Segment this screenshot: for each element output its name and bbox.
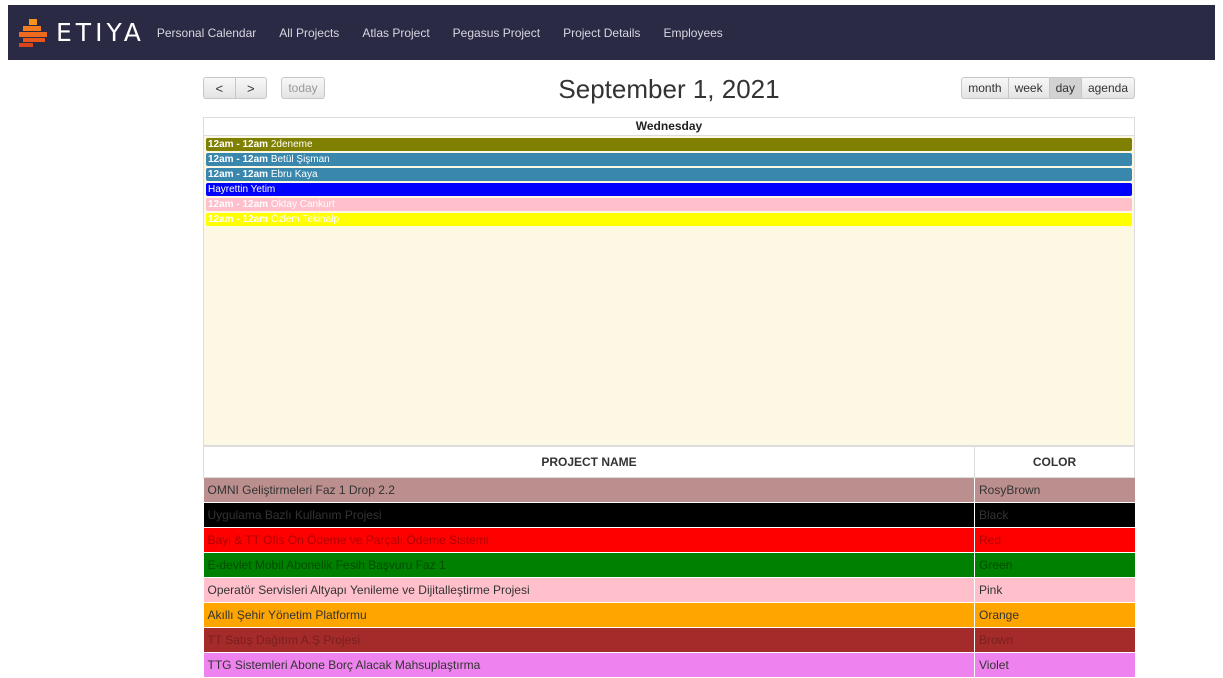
table-row[interactable]: E-devlet Mobil Abonelik Fesih Başvuru Fa… <box>203 552 1135 578</box>
table-row[interactable]: Operatör Servisleri Altyapı Yenileme ve … <box>203 577 1135 603</box>
project-color-cell: Orange <box>974 602 1135 628</box>
nav-pegasus-project[interactable]: Pegasus Project <box>453 26 540 40</box>
all-day-events: 12am - 12am 2deneme 12am - 12am Betül Şiş… <box>204 136 1134 226</box>
table-row[interactable]: Bayi & TT Ofis Ön Ödeme ve Parçalı Ödeme… <box>203 527 1135 553</box>
project-color-cell: Red <box>974 527 1135 553</box>
brand-name: ETIYA <box>56 18 145 47</box>
project-color-cell: Violet <box>974 652 1135 677</box>
event-time: 12am - 12am <box>208 154 269 165</box>
calendar-event[interactable]: Hayrettin Yetim <box>206 183 1132 196</box>
project-name-cell: Uygulama Bazlı Kullanım Projesi <box>203 502 975 528</box>
project-name-cell: OMNI Geliştirmeleri Faz 1 Drop 2.2 <box>203 477 975 503</box>
calendar-toolbar: < > today September 1, 2021 month week d… <box>203 74 1135 104</box>
calendar-event[interactable]: 12am - 12am Özlem Tekinalp <box>206 213 1132 226</box>
project-color-table: PROJECT NAME COLOR OMNI Geliştirmeleri F… <box>203 446 1135 677</box>
nav-project-details[interactable]: Project Details <box>563 26 640 40</box>
event-time: 12am - 12am <box>208 214 269 225</box>
day-calendar: Wednesday 12am - 12am 2deneme 12am - 12am… <box>203 117 1135 446</box>
calendar-event[interactable]: 12am - 12am Oktay Cankurt <box>206 198 1132 211</box>
project-name-cell: E-devlet Mobil Abonelik Fesih Başvuru Fa… <box>203 552 975 578</box>
color-header: COLOR <box>974 446 1135 478</box>
event-title: 2deneme <box>270 139 313 150</box>
project-name-header: PROJECT NAME <box>203 446 975 478</box>
event-title: Ebru Kaya <box>270 169 318 180</box>
project-name-cell: Akıllı Şehir Yönetim Platformu <box>203 602 975 628</box>
project-color-cell: Brown <box>974 627 1135 653</box>
event-title: Oktay Cankurt <box>270 199 335 210</box>
nav-all-projects[interactable]: All Projects <box>279 26 339 40</box>
day-header: Wednesday <box>204 118 1134 136</box>
project-name-cell: Operatör Servisleri Altyapı Yenileme ve … <box>203 577 975 603</box>
brand-logo[interactable]: ETIYA <box>19 18 145 47</box>
today-button[interactable]: today <box>281 77 325 99</box>
event-time: 12am - 12am <box>208 199 269 210</box>
project-name-cell: TT Satış Dağıtım A.Ş Projesi <box>203 627 975 653</box>
table-row[interactable]: Akıllı Şehir Yönetim Platformu Orange <box>203 602 1135 628</box>
event-time: 12am - 12am <box>208 169 269 180</box>
logo-mark-icon <box>19 18 47 47</box>
project-name-cell: Bayi & TT Ofis Ön Ödeme ve Parçalı Ödeme… <box>203 527 975 553</box>
prev-next-group: < > <box>203 77 267 99</box>
view-agenda-button[interactable]: agenda <box>1082 78 1134 98</box>
prev-button[interactable]: < <box>204 78 236 98</box>
table-row[interactable]: OMNI Geliştirmeleri Faz 1 Drop 2.2 RosyBr… <box>203 477 1135 503</box>
calendar-event[interactable]: 12am - 12am 2deneme <box>206 138 1132 151</box>
calendar-event[interactable]: 12am - 12am Ebru Kaya <box>206 168 1132 181</box>
project-color-cell: RosyBrown <box>974 477 1135 503</box>
event-time: 12am - 12am <box>208 139 269 150</box>
view-week-button[interactable]: week <box>1009 78 1050 98</box>
nav-personal-calendar[interactable]: Personal Calendar <box>157 26 256 40</box>
project-color-cell: Green <box>974 552 1135 578</box>
calendar-event[interactable]: 12am - 12am Betül Şişman <box>206 153 1132 166</box>
event-title: Özlem Tekinalp <box>270 214 340 225</box>
view-month-button[interactable]: month <box>962 78 1009 98</box>
nav-employees[interactable]: Employees <box>663 26 722 40</box>
table-row[interactable]: TTG Sistemleri Abone Borç Alacak Mahsupl… <box>203 652 1135 677</box>
view-switcher: month week day agenda <box>961 77 1135 99</box>
project-color-cell: Black <box>974 502 1135 528</box>
nav-atlas-project[interactable]: Atlas Project <box>362 26 429 40</box>
project-color-cell: Pink <box>974 577 1135 603</box>
top-navbar: ETIYA Personal Calendar All Projects Atl… <box>8 5 1215 60</box>
project-name-cell: TTG Sistemleri Abone Borç Alacak Mahsupl… <box>203 652 975 677</box>
table-row[interactable]: TT Satış Dağıtım A.Ş Projesi Brown <box>203 627 1135 653</box>
view-day-button[interactable]: day <box>1049 78 1082 98</box>
next-button[interactable]: > <box>236 78 267 98</box>
event-title: Hayrettin Yetim <box>208 184 276 195</box>
table-header-row: PROJECT NAME COLOR <box>203 446 1135 478</box>
table-row[interactable]: Uygulama Bazlı Kullanım Projesi Black <box>203 502 1135 528</box>
nav-links: Personal Calendar All Projects Atlas Pro… <box>157 26 746 40</box>
event-title: Betül Şişman <box>270 154 330 165</box>
